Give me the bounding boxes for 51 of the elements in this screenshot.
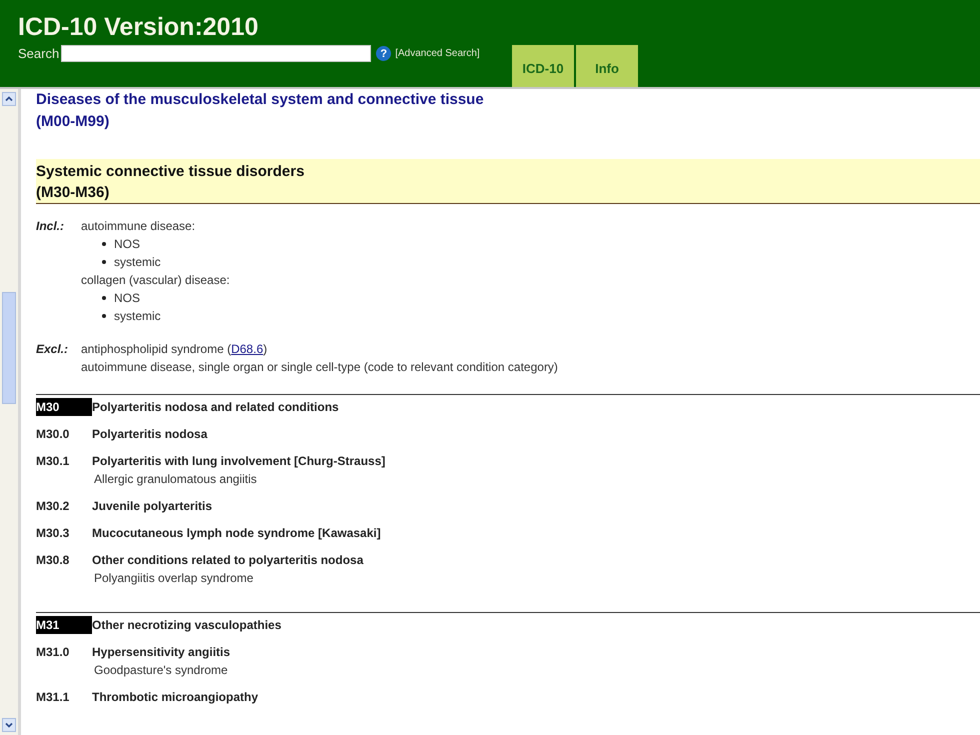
app-title: ICD-10 Version:2010 [18, 12, 260, 42]
subcategory-code: M31.0 [36, 644, 70, 661]
subcategory-code: M30.0 [36, 426, 70, 443]
search-label: Search [18, 46, 60, 61]
scroll-down-icon[interactable] [2, 718, 16, 732]
bullet-icon [102, 314, 106, 318]
chapter-title: Diseases of the musculoskeletal system and connective tissue [36, 90, 485, 110]
category-code: M30 [36, 398, 92, 416]
help-icon[interactable]: ? [376, 46, 392, 61]
scrollbar[interactable] [0, 89, 21, 735]
subcategory-code: M30.3 [36, 525, 70, 542]
category-title: Mucocutaneous lymph node syndrome [Kawasaki] [92, 525, 381, 542]
advanced-search-link[interactable]: [Advanced Search] [395, 48, 480, 59]
excludes-term: antiphospholipid syndrome (D68.6) [81, 341, 268, 358]
category-note: Goodpasture's syndrome [93, 662, 229, 679]
subcategory-code: M31.1 [36, 689, 70, 706]
category-title: Hypersensitivity angiitis [92, 644, 230, 661]
search-field[interactable] [61, 45, 372, 62]
includes-term: autoimmune disease: [81, 218, 196, 235]
category-title: Other necrotizing vasculopathies [92, 617, 282, 634]
block-range: (M30-M36) [36, 183, 110, 203]
excludes-label: Excl.: [36, 341, 70, 358]
bullet-icon [102, 296, 106, 300]
category-title: Polyarteritis nodosa [92, 426, 208, 443]
chapter-range: (M00-M99) [36, 112, 110, 132]
category-title: Polyarteritis with lung involvement [Churg-Strauss] [92, 453, 386, 470]
includes-subterm: systemic [114, 254, 161, 271]
tab[interactable]: Info [576, 45, 638, 87]
subcategory-code: M30.2 [36, 498, 70, 515]
includes-label: Incl.: [36, 218, 66, 235]
block-title: Systemic connective tissue disorders [36, 162, 306, 182]
code-link[interactable]: D68.6 [231, 342, 264, 356]
subcategory-code: M30.1 [36, 453, 70, 470]
includes-subterm: NOS [114, 236, 140, 253]
category-code: M31 [36, 616, 92, 634]
category-note: Polyangiitis overlap syndrome [93, 570, 254, 587]
subcategory-code: M30.8 [36, 552, 70, 569]
category-note: Allergic granulomatous angiitis [93, 471, 258, 488]
bullet-icon [102, 260, 106, 264]
category-title: Other conditions related to polyarteritis nodosa [92, 552, 364, 569]
scroll-up-icon[interactable] [2, 92, 16, 106]
category-title: Thrombotic microangiopathy [92, 689, 258, 706]
scroll-thumb[interactable] [2, 292, 16, 404]
category-title: Polyarteritis nodosa and related conditions [92, 399, 339, 416]
includes-subterm: systemic [114, 308, 161, 325]
tab[interactable]: ICD-10 [512, 45, 574, 87]
includes-term: collagen (vascular) disease: [81, 272, 230, 289]
includes-subterm: NOS [114, 290, 140, 307]
category-title: Juvenile polyarteritis [92, 498, 212, 515]
excludes-term: autoimmune disease, single organ or single cell-type (code to relevant condition category) [81, 359, 558, 376]
bullet-icon [102, 242, 106, 246]
